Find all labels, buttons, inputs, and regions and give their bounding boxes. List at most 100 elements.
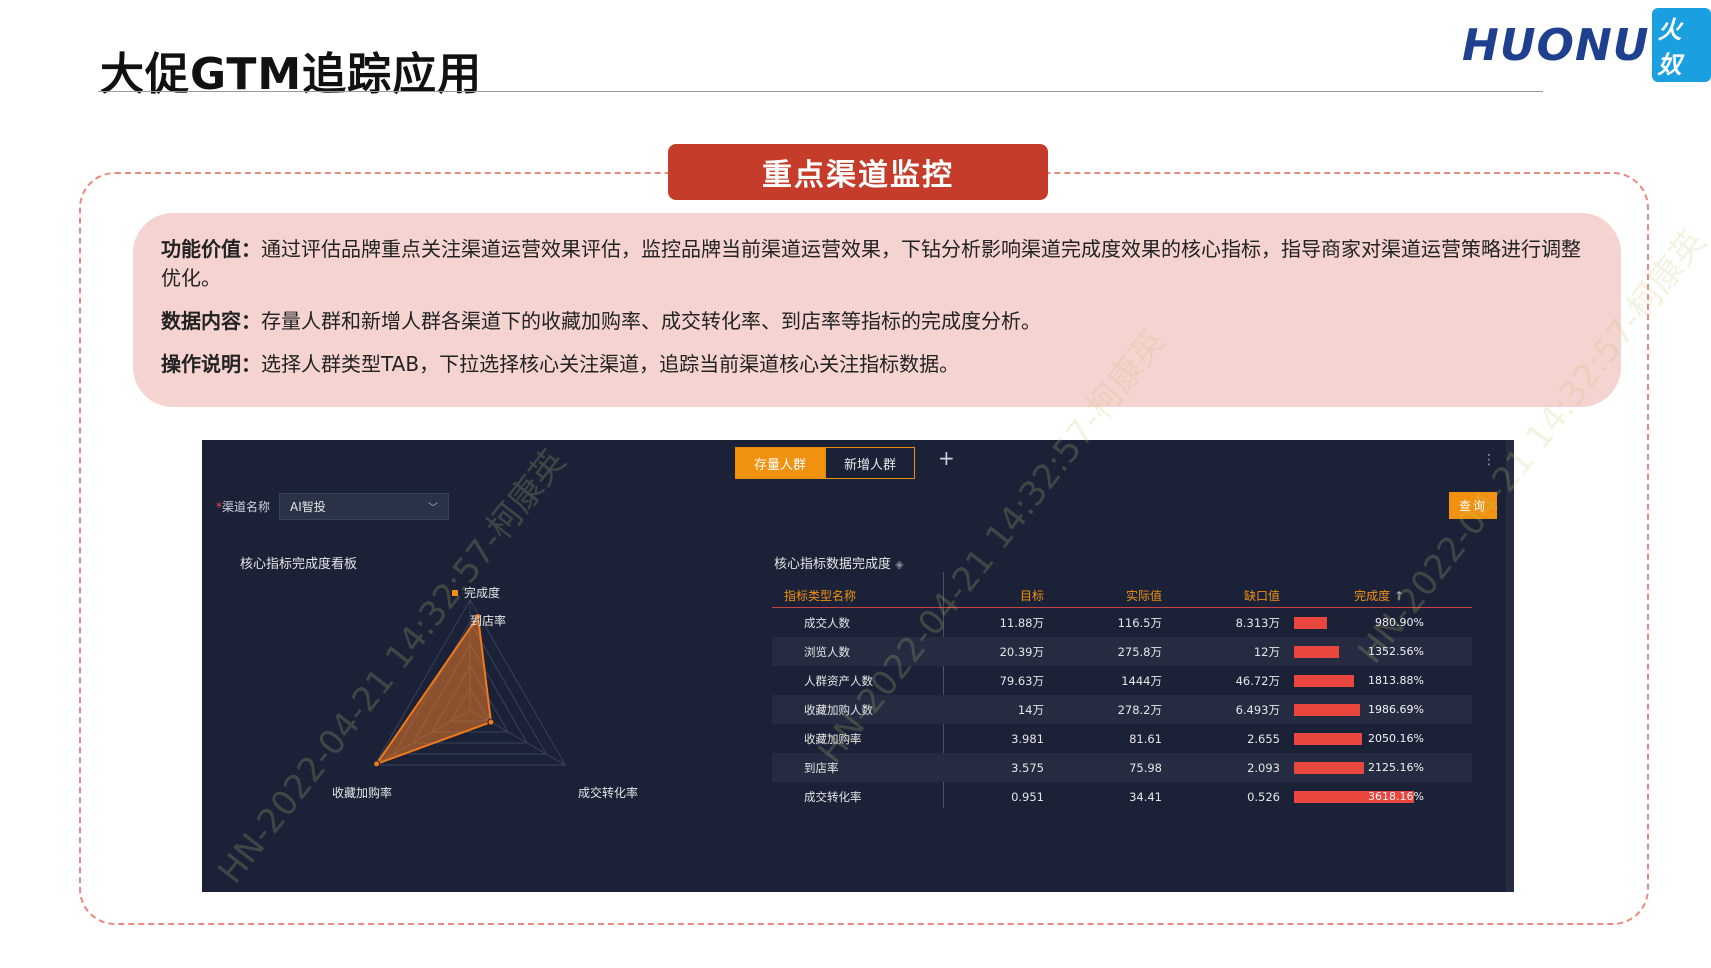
cell-gap: 2.093 (1247, 760, 1280, 775)
desc-content: 数据内容：存量人群和新增人群各渠道下的收藏加购率、成交转化率、到店率等指标的完成… (161, 307, 1593, 336)
desc-operation-label: 操作说明： (161, 352, 261, 376)
desc-value: 功能价值：通过评估品牌重点关注渠道运营效果评估，监控品牌当前渠道运营效果，下钻分… (161, 235, 1593, 293)
table-row: 收藏加购人数 14万 278.2万 6.493万 1986.69% (772, 695, 1472, 724)
radar-axis-label-1: 成交转化率 (578, 785, 638, 800)
completion-bar: 3618.16% (1294, 789, 1434, 803)
cell-actual: 81.61 (1129, 731, 1162, 746)
cell-name: 收藏加购人数 (804, 702, 873, 717)
dashboard-scroll-edge (1506, 440, 1514, 892)
cell-gap: 2.655 (1247, 731, 1280, 746)
cell-name: 成交人数 (804, 615, 850, 630)
cell-target: 79.63万 (999, 673, 1044, 688)
cell-gap: 6.493万 (1235, 702, 1280, 717)
tab-new-crowd[interactable]: 新增人群 (825, 447, 915, 479)
cell-actual: 1444万 (1121, 673, 1162, 688)
cell-name: 浏览人数 (804, 644, 850, 659)
legend-marker (452, 590, 458, 596)
completion-bar: 2125.16% (1294, 760, 1434, 774)
completion-bar-fill (1294, 761, 1365, 774)
table-row: 收藏加购率 3.981 81.61 2.655 2050.16% (772, 724, 1472, 753)
brand-logo: HUONU 火奴 (1462, 8, 1711, 82)
desc-operation: 操作说明：选择人群类型TAB，下拉选择核心关注渠道，追踪当前渠道核心关注指标数据… (161, 350, 1593, 379)
sort-up-icon[interactable]: ↑ (1394, 589, 1404, 603)
desc-value-label: 功能价值： (161, 237, 261, 261)
cell-gap: 8.313万 (1235, 615, 1280, 630)
query-button[interactable]: 查询 (1449, 492, 1497, 519)
logo-text: HUONU (1462, 19, 1650, 71)
completion-bar-fill (1294, 703, 1360, 716)
add-tab-icon[interactable]: + (938, 446, 955, 470)
completion-bar-fill (1294, 732, 1362, 745)
cell-actual: 275.8万 (1117, 644, 1162, 659)
desc-value-text: 通过评估品牌重点关注渠道运营效果评估，监控品牌当前渠道运营效果，下钻分析影响渠道… (161, 237, 1581, 290)
radar-chart: 完成度 到店率 成交转化率 收藏加购率 (332, 585, 638, 800)
completion-value: 1352.56% (1368, 644, 1424, 658)
radar-axis-label-2: 收藏加购率 (332, 785, 392, 800)
cell-actual: 116.5万 (1117, 615, 1162, 630)
metrics-table: 指标类型名称 目标 实际值 缺口值 完成度 ↑ 成交人数 11.88万 116.5万… (772, 583, 1472, 811)
radar-area (374, 613, 493, 766)
th-target[interactable]: 目标 (942, 587, 1044, 604)
table-panel-title: 核心指标数据完成度 ◈ (774, 553, 904, 572)
section-banner: 重点渠道监控 (668, 144, 1048, 200)
th-completion-label: 完成度 (1354, 588, 1391, 603)
dashboard-panel: 存量人群 新增人群 + ⋮ *渠道名称 AI智投 ﹀ 查询 核心指标完成度看板 … (202, 440, 1514, 892)
cell-actual: 75.98 (1129, 760, 1162, 775)
th-actual[interactable]: 实际值 (1044, 587, 1162, 604)
completion-bar: 980.90% (1294, 615, 1434, 629)
table-row: 成交人数 11.88万 116.5万 8.313万 980.90% (772, 608, 1472, 637)
description-box: 功能价值：通过评估品牌重点关注渠道运营效果评估，监控品牌当前渠道运营效果，下钻分… (133, 213, 1621, 407)
cell-gap: 12万 (1253, 644, 1280, 659)
cell-actual: 34.41 (1129, 789, 1162, 804)
more-options-icon[interactable]: ⋮ (1482, 452, 1496, 468)
completion-value: 2125.16% (1368, 760, 1424, 774)
eye-icon[interactable]: ◈ (895, 558, 903, 571)
cell-target: 11.88万 (999, 615, 1044, 630)
th-gap[interactable]: 缺口值 (1162, 587, 1280, 604)
page-title: 大促GTM追踪应用 (100, 49, 483, 100)
table-row: 人群资产人数 79.63万 1444万 46.72万 1813.88% (772, 666, 1472, 695)
completion-value: 1813.88% (1368, 673, 1424, 687)
table-header: 指标类型名称 目标 实际值 缺口值 完成度 ↑ (772, 583, 1472, 608)
cell-target: 20.39万 (999, 644, 1044, 659)
th-name[interactable]: 指标类型名称 (772, 587, 942, 604)
table-row: 浏览人数 20.39万 275.8万 12万 1352.56% (772, 637, 1472, 666)
cell-gap: 0.526 (1247, 789, 1280, 804)
cell-name: 人群资产人数 (804, 673, 873, 688)
radar-point (487, 718, 495, 726)
table-row: 到店率 3.575 75.98 2.093 2125.16% (772, 753, 1472, 782)
th-completion[interactable]: 完成度 ↑ (1280, 587, 1404, 604)
completion-bar: 2050.16% (1294, 731, 1434, 745)
cell-name: 成交转化率 (804, 789, 862, 804)
completion-value: 980.90% (1375, 615, 1424, 629)
cell-target: 14万 (1017, 702, 1044, 717)
table-row: 成交转化率 0.951 34.41 0.526 3618.16% (772, 782, 1472, 811)
desc-content-text: 存量人群和新增人群各渠道下的收藏加购率、成交转化率、到店率等指标的完成度分析。 (261, 309, 1041, 333)
completion-bar: 1352.56% (1294, 644, 1434, 658)
cell-target: 3.981 (1011, 731, 1044, 746)
table-title-text: 核心指标数据完成度 (774, 557, 892, 572)
completion-value: 3618.16% (1368, 789, 1424, 803)
completion-bar-fill (1294, 645, 1339, 658)
crowd-tabs: 存量人群 新增人群 (735, 447, 915, 479)
cell-gap: 46.72万 (1235, 673, 1280, 688)
completion-bar: 1986.69% (1294, 702, 1434, 716)
cell-name: 到店率 (804, 760, 839, 775)
title-divider (98, 91, 1543, 92)
legend-label: 完成度 (464, 585, 500, 600)
radar-point (373, 760, 381, 768)
desc-operation-text: 选择人群类型TAB，下拉选择核心关注渠道，追踪当前渠道核心关注指标数据。 (261, 352, 960, 376)
radar-axis-label-0: 到店率 (470, 613, 506, 628)
completion-value: 2050.16% (1368, 731, 1424, 745)
cell-target: 0.951 (1011, 789, 1044, 804)
completion-bar: 1813.88% (1294, 673, 1434, 687)
table-body: 成交人数 11.88万 116.5万 8.313万 980.90% 浏览人数 20.39万 2… (772, 608, 1472, 811)
cell-target: 3.575 (1011, 760, 1044, 775)
cell-name: 收藏加购率 (804, 731, 862, 746)
completion-bar-fill (1294, 616, 1327, 629)
desc-content-label: 数据内容： (161, 309, 261, 333)
cell-actual: 278.2万 (1117, 702, 1162, 717)
completion-bar-fill (1294, 674, 1355, 687)
logo-badge: 火奴 (1651, 8, 1711, 82)
completion-value: 1986.69% (1368, 702, 1424, 716)
